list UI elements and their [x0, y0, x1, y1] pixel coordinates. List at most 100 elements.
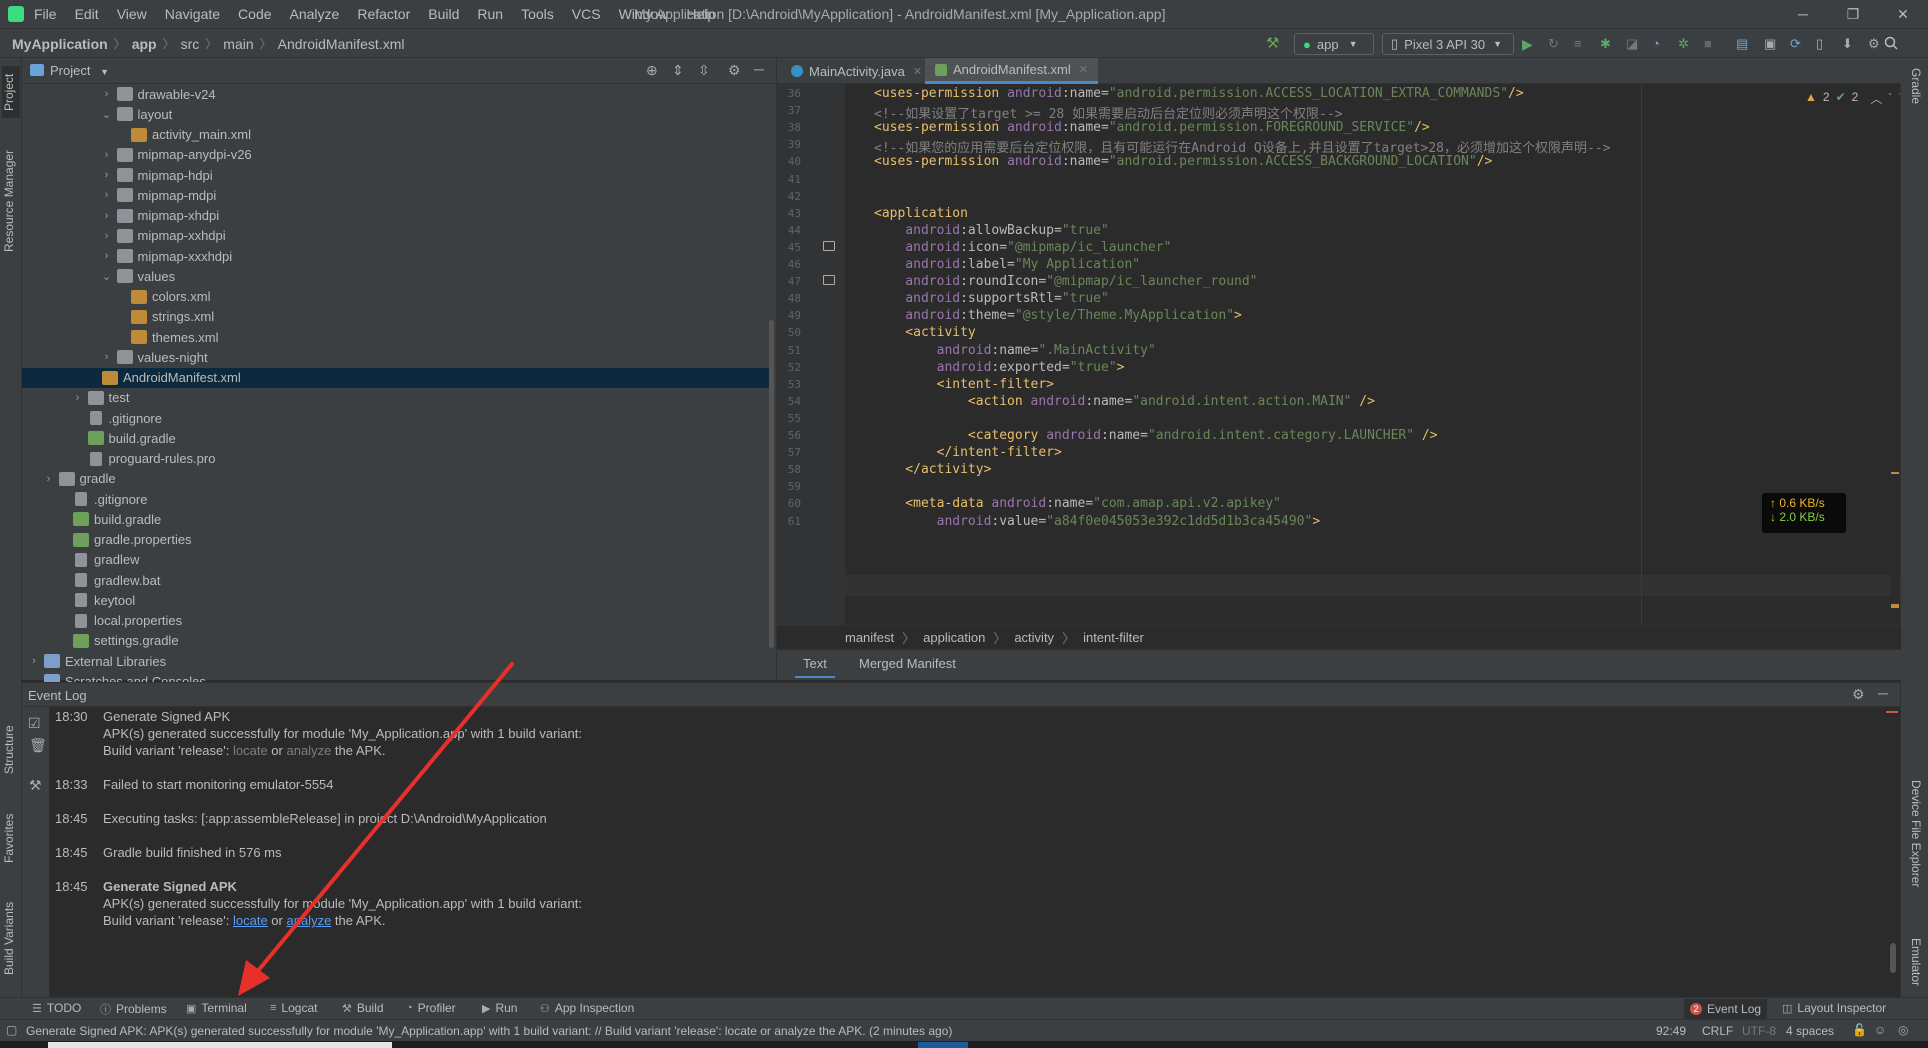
tree-scrollbar[interactable]: [769, 320, 774, 648]
chevron-down-icon[interactable]: ⌄: [101, 108, 113, 121]
apply-changes-icon[interactable]: ↻: [1548, 36, 1564, 52]
clear-all-icon[interactable]: 🗑: [29, 737, 47, 754]
menu-file[interactable]: File: [34, 6, 57, 22]
tree-item[interactable]: › mipmap-xxhdpi: [22, 226, 772, 246]
gear-icon[interactable]: ⚙: [1852, 686, 1865, 703]
chevron-right-icon[interactable]: ›: [101, 149, 113, 161]
analyze-link[interactable]: analyze: [286, 913, 331, 928]
crumb-file[interactable]: AndroidManifest.xml: [278, 36, 405, 52]
code-line[interactable]: <uses-permission android:name="android.p…: [874, 154, 1492, 169]
xml-crumb-manifest[interactable]: manifest: [845, 630, 894, 645]
locate-file-icon[interactable]: ⊕: [646, 62, 658, 79]
tree-item[interactable]: .gitignore: [22, 408, 772, 428]
code-line[interactable]: android:name=".MainActivity": [874, 343, 1156, 358]
menu-analyze[interactable]: Analyze: [290, 6, 340, 22]
code-line[interactable]: android:icon="@mipmap/ic_launcher": [874, 240, 1171, 255]
code-line[interactable]: android:allowBackup="true": [874, 223, 1109, 238]
code-line[interactable]: android:label="My Application": [874, 257, 1140, 272]
menu-navigate[interactable]: Navigate: [165, 6, 220, 22]
layout-inspector-button[interactable]: ◫ Layout Inspector: [1782, 1001, 1886, 1015]
tree-item[interactable]: strings.xml: [22, 307, 772, 327]
event-log-button[interactable]: 2 Event Log: [1684, 999, 1768, 1019]
tab-androidmanifest[interactable]: AndroidManifest.xml ✕: [925, 58, 1098, 84]
hide-panel-icon[interactable]: ─: [754, 61, 764, 77]
smiley-icon[interactable]: ☺: [1874, 1023, 1886, 1037]
code-line[interactable]: <uses-permission android:name="android.p…: [874, 120, 1430, 135]
app-inspection-button[interactable]: ⚇ App Inspection: [540, 1001, 634, 1015]
chevron-down-icon[interactable]: ⌄: [101, 270, 113, 283]
analyze-link[interactable]: analyze: [286, 743, 331, 758]
tree-item[interactable]: .gitignore: [22, 489, 772, 509]
tree-item[interactable]: gradlew: [22, 550, 772, 570]
code-line[interactable]: <activity: [874, 325, 975, 340]
stop-icon[interactable]: ■: [1704, 36, 1720, 52]
profile-icon[interactable]: ◔: [1652, 36, 1668, 52]
run-button[interactable]: ▶ Run: [482, 1001, 517, 1015]
memory-icon[interactable]: ◎: [1898, 1023, 1908, 1037]
tree-item[interactable]: AndroidManifest.xml: [22, 367, 772, 388]
chevron-right-icon[interactable]: ›: [101, 189, 113, 201]
todo-button[interactable]: ☰ TODO: [32, 1001, 81, 1015]
search-everywhere-icon[interactable]: [1884, 36, 1900, 52]
tree-item[interactable]: › mipmap-anydpi-v26: [22, 145, 772, 165]
menu-vcs[interactable]: VCS: [572, 6, 601, 22]
tree-item[interactable]: colors.xml: [22, 287, 772, 307]
run-icon[interactable]: ▶: [1522, 36, 1538, 52]
indent-setting[interactable]: 4 spaces: [1786, 1024, 1834, 1038]
chevron-right-icon[interactable]: ›: [101, 250, 113, 262]
chevron-right-icon[interactable]: ›: [101, 230, 113, 242]
tree-item[interactable]: › mipmap-hdpi: [22, 165, 772, 185]
code-line[interactable]: </activity>: [874, 462, 991, 477]
locate-link[interactable]: locate: [233, 913, 268, 928]
hammer-icon[interactable]: ⚒: [1266, 36, 1282, 52]
tree-item[interactable]: › values-night: [22, 347, 772, 367]
image-preview-icon[interactable]: [823, 275, 835, 286]
tree-item[interactable]: › mipmap-xxxhdpi: [22, 246, 772, 266]
code-line[interactable]: </intent-filter>: [874, 445, 1062, 460]
code-line[interactable]: android:theme="@style/Theme.MyApplicatio…: [874, 308, 1242, 323]
build-button[interactable]: ⚒ Build: [342, 1001, 384, 1015]
tree-item[interactable]: › test: [22, 388, 772, 408]
tree-item[interactable]: gradle.properties: [22, 530, 772, 550]
device-manager-icon[interactable]: ⚙: [1868, 36, 1884, 52]
image-preview-icon[interactable]: [823, 240, 835, 251]
code-line[interactable]: android:supportsRtl="true": [874, 291, 1109, 306]
project-structure-icon[interactable]: ▤: [1736, 36, 1752, 52]
menu-tools[interactable]: Tools: [521, 6, 554, 22]
chevron-right-icon[interactable]: ›: [72, 392, 84, 404]
favorites-tool-tab[interactable]: Favorites: [2, 806, 20, 870]
terminal-button[interactable]: ▣ Terminal: [186, 1001, 247, 1015]
tree-item[interactable]: proguard-rules.pro: [22, 449, 772, 469]
expand-all-icon[interactable]: ⇕: [672, 62, 684, 79]
code-line[interactable]: <meta-data android:name="com.amap.api.v2…: [874, 496, 1281, 511]
code-line[interactable]: <action android:name="android.intent.act…: [874, 394, 1375, 409]
project-view-select[interactable]: Project ▼: [50, 63, 109, 78]
editor-scrollbar-track[interactable]: [1891, 84, 1899, 625]
profiler-button[interactable]: ◔ Profiler: [406, 1001, 456, 1015]
xml-crumb-activity[interactable]: activity: [1014, 630, 1054, 645]
gear-icon[interactable]: ⚙: [728, 62, 741, 79]
tree-item[interactable]: build.gradle: [22, 509, 772, 529]
tree-item[interactable]: activity_main.xml: [22, 125, 772, 145]
debug-icon[interactable]: ✱: [1600, 36, 1616, 52]
xml-crumb-application[interactable]: application: [923, 630, 985, 645]
sdk-manager-icon[interactable]: ⬇: [1842, 36, 1858, 52]
close-tab-icon[interactable]: ✕: [913, 65, 922, 78]
layout-icon[interactable]: ▣: [1764, 36, 1780, 52]
chevron-right-icon[interactable]: ›: [101, 210, 113, 222]
minimize-button[interactable]: ─: [1778, 0, 1828, 28]
problems-button[interactable]: ⓘ Problems: [100, 1001, 167, 1017]
code-line[interactable]: android:exported="true">: [874, 360, 1125, 375]
lock-icon[interactable]: 🔓: [1852, 1023, 1867, 1037]
tree-item[interactable]: ⌄ layout: [22, 104, 772, 124]
status-message[interactable]: Generate Signed APK: APK(s) generated su…: [26, 1024, 952, 1038]
tree-item[interactable]: › mipmap-xhdpi: [22, 206, 772, 226]
tree-item[interactable]: › External Libraries: [22, 651, 772, 671]
tree-item[interactable]: local.properties: [22, 611, 772, 631]
apply-code-icon[interactable]: ≡: [1574, 36, 1590, 52]
code-line[interactable]: <intent-filter>: [874, 377, 1054, 392]
menu-view[interactable]: View: [117, 6, 147, 22]
avd-manager-icon[interactable]: ▯: [1816, 36, 1832, 52]
code-line[interactable]: <uses-permission android:name="android.p…: [874, 86, 1524, 101]
tree-item[interactable]: ⌄ values: [22, 266, 772, 286]
